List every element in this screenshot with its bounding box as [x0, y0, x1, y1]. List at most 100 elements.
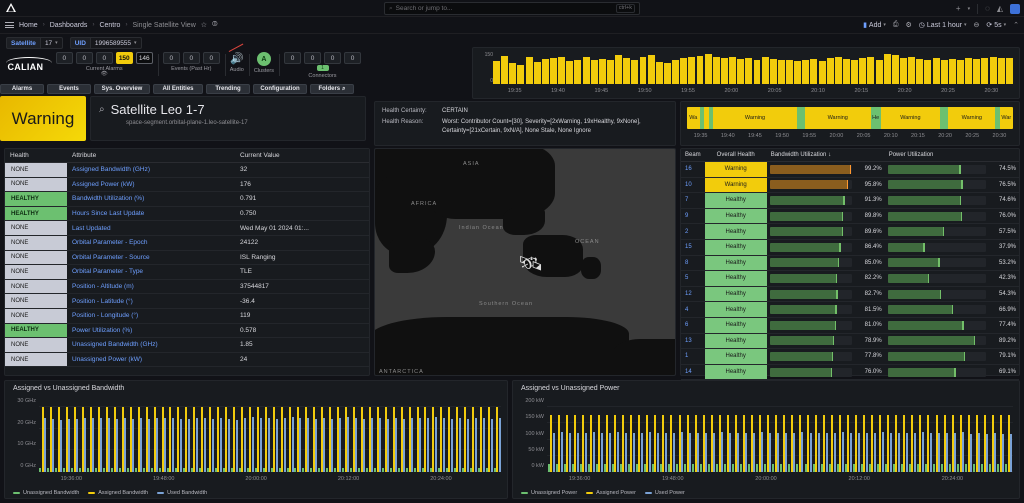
- bar-group[interactable]: [71, 407, 79, 472]
- user-avatar[interactable]: [1010, 3, 1020, 14]
- bar-group[interactable]: [429, 407, 437, 472]
- bar-group[interactable]: [812, 407, 820, 472]
- attribute-link[interactable]: Last Updated: [72, 225, 111, 232]
- bar-group[interactable]: [206, 407, 214, 472]
- bar-group[interactable]: [278, 407, 286, 472]
- bar-group[interactable]: [414, 407, 422, 472]
- table-row[interactable]: 14 Healthy 76.0% 69.1%: [681, 364, 1019, 381]
- bar-group[interactable]: [318, 407, 326, 472]
- breadcrumb-dashboards[interactable]: Dashboards: [50, 22, 88, 29]
- bar-group[interactable]: [87, 407, 95, 472]
- bar-group[interactable]: [852, 407, 860, 472]
- help-circle-icon[interactable]: ◌: [985, 4, 990, 13]
- bar-group[interactable]: [294, 407, 302, 472]
- state-segment-warning[interactable]: Warning: [712, 107, 798, 129]
- legend-item[interactable]: Unassigned Power: [521, 490, 577, 496]
- speaker-muted-icon[interactable]: 🔊: [228, 43, 244, 65]
- table-row[interactable]: NONE Last Updated Wed May 01 2024 01:...: [5, 220, 369, 236]
- bar-group[interactable]: [635, 407, 643, 472]
- bar-group[interactable]: [941, 407, 949, 472]
- bar-group[interactable]: [63, 407, 71, 472]
- bar-group[interactable]: [286, 407, 294, 472]
- zoom-out-icon[interactable]: ⊖: [973, 21, 979, 29]
- bar-group[interactable]: [182, 407, 190, 472]
- bar-group[interactable]: [716, 407, 724, 472]
- state-timeline-strip[interactable]: Wa Warning Warning He Warning Warning War: [687, 107, 1013, 129]
- bar-group[interactable]: [437, 407, 445, 472]
- alarm-chip-muted[interactable]: 146: [135, 52, 153, 64]
- bar-group[interactable]: [788, 407, 796, 472]
- column-header-power-utilization[interactable]: Power Utilization: [884, 149, 1019, 162]
- bar-group[interactable]: [836, 407, 844, 472]
- state-segment-healthy[interactable]: He: [870, 107, 881, 129]
- legend-item[interactable]: Assigned Bandwidth: [88, 490, 148, 496]
- bar-group[interactable]: [350, 407, 358, 472]
- table-row[interactable]: 8 Healthy 85.0% 53.2%: [681, 255, 1019, 272]
- bar-group[interactable]: [989, 407, 997, 472]
- alarm-chip[interactable]: 0: [55, 52, 73, 64]
- grafana-logo-icon[interactable]: [0, 0, 22, 17]
- bar-group[interactable]: [127, 407, 135, 472]
- table-row[interactable]: 15 Healthy 86.4% 37.9%: [681, 239, 1019, 256]
- bar-group[interactable]: [262, 407, 270, 472]
- column-header-health[interactable]: Health: [5, 149, 67, 163]
- attribute-link[interactable]: Orbital Parameter - Epoch: [72, 239, 148, 246]
- bar-group[interactable]: [619, 407, 627, 472]
- bar-group[interactable]: [485, 407, 493, 472]
- bar-group[interactable]: [453, 407, 461, 472]
- bar-group[interactable]: [254, 407, 262, 472]
- table-row[interactable]: HEALTHY Bandwidth Utilization (%) 0.791: [5, 191, 369, 207]
- nav-folders[interactable]: Folders ⌕: [310, 84, 354, 94]
- column-header-attribute[interactable]: Attribute: [67, 149, 235, 163]
- bar-group[interactable]: [151, 407, 159, 472]
- bar-group[interactable]: [772, 407, 780, 472]
- bar-group[interactable]: [916, 407, 924, 472]
- bar-group[interactable]: [676, 407, 684, 472]
- bar-group[interactable]: [143, 407, 151, 472]
- variable-uid-value[interactable]: 1996589555 ▾: [89, 37, 142, 49]
- bar-group[interactable]: [820, 407, 828, 472]
- bar-group[interactable]: [230, 407, 238, 472]
- table-row[interactable]: HEALTHY Hours Since Last Update 0.750: [5, 206, 369, 222]
- bar-group[interactable]: [643, 407, 651, 472]
- bar-group[interactable]: [111, 407, 119, 472]
- bar-group[interactable]: [95, 407, 103, 472]
- bar-group[interactable]: [421, 407, 430, 472]
- bar-group[interactable]: [732, 407, 740, 472]
- bar-group[interactable]: [358, 407, 366, 472]
- connector-chip[interactable]: 0: [304, 52, 321, 64]
- bar-group[interactable]: [748, 407, 756, 472]
- bar-group[interactable]: [997, 407, 1005, 472]
- news-icon[interactable]: ◭: [997, 4, 1003, 13]
- bar-group[interactable]: [198, 407, 206, 472]
- chevron-down-icon[interactable]: ▾: [968, 6, 971, 12]
- cluster-indicator[interactable]: A: [256, 52, 271, 66]
- state-segment-warning[interactable]: Warning: [948, 107, 996, 129]
- bar-group[interactable]: [981, 407, 989, 472]
- bar-group[interactable]: [135, 407, 143, 472]
- alarm-chip[interactable]: 0: [75, 52, 93, 64]
- connector-chip[interactable]: 0: [344, 52, 361, 64]
- table-row[interactable]: NONE Assigned Bandwidth (GHz) 32: [5, 162, 369, 178]
- bar-group[interactable]: [310, 407, 318, 472]
- bar-group[interactable]: [563, 407, 571, 472]
- attribute-link[interactable]: Orbital Parameter - Type: [72, 268, 143, 275]
- table-row[interactable]: NONE Position - Longitude (°) 119: [5, 308, 369, 324]
- bar-group[interactable]: [764, 407, 772, 472]
- breadcrumb-centro[interactable]: Centro: [99, 22, 120, 29]
- bar-group[interactable]: [796, 407, 804, 472]
- table-row[interactable]: 10 Warning 95.8% 76.5%: [681, 177, 1019, 194]
- bar-group[interactable]: [238, 407, 246, 472]
- bar-group[interactable]: [302, 407, 310, 472]
- refresh-button[interactable]: ⟳ 5s ▾: [986, 21, 1006, 30]
- column-header-beam[interactable]: Beam: [681, 149, 705, 162]
- table-row[interactable]: 1 Healthy 77.8% 79.1%: [681, 348, 1019, 365]
- bar-group[interactable]: [406, 407, 414, 472]
- bar-group[interactable]: [740, 407, 748, 472]
- attribute-link[interactable]: Position - Altitude (m): [72, 283, 134, 290]
- bar-group[interactable]: [166, 407, 175, 472]
- search-input[interactable]: ⌕ Search or jump to... ctrl+k: [384, 2, 640, 15]
- nav-trending[interactable]: Trending: [206, 84, 250, 94]
- satellite-map-panel[interactable]: ASIA AFRICA Indian Ocean OCEAN Southern …: [374, 148, 676, 376]
- bar-group[interactable]: [933, 407, 941, 472]
